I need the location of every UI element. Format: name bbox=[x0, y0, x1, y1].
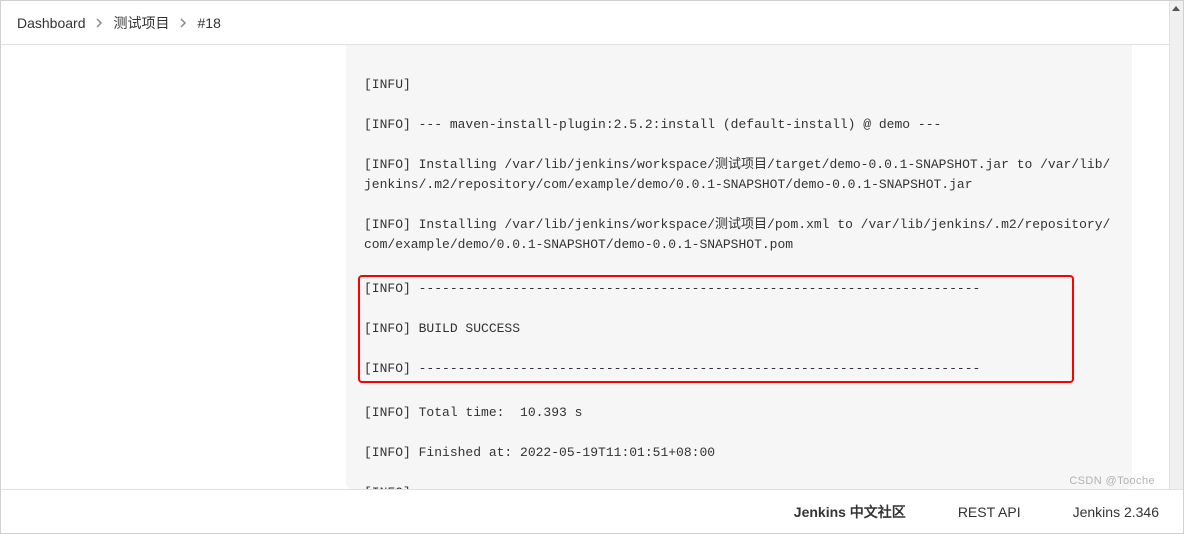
console-output: [INFU] [INFO] --- maven-install-plugin:2… bbox=[346, 45, 1132, 489]
console-line: [INFO] --- maven-install-plugin:2.5.2:in… bbox=[364, 115, 1114, 135]
console-line: [INFO] Finished at: 2022-05-19T11:01:51+… bbox=[364, 443, 1114, 463]
footer-community-link[interactable]: Jenkins 中文社区 bbox=[794, 502, 906, 522]
chevron-right-icon bbox=[96, 18, 104, 28]
console-line: [INFO] BUILD SUCCESS bbox=[364, 319, 1068, 339]
breadcrumb-project[interactable]: 测试项目 bbox=[114, 13, 170, 33]
build-success-highlight: [INFO] ---------------------------------… bbox=[358, 275, 1074, 383]
console-line: [INFU] bbox=[364, 75, 1114, 95]
breadcrumb-bar: Dashboard 测试项目 #18 bbox=[1, 1, 1183, 45]
chevron-right-icon bbox=[180, 18, 188, 28]
breadcrumb-dashboard[interactable]: Dashboard bbox=[17, 15, 86, 31]
console-line: [INFO] Installing /var/lib/jenkins/works… bbox=[364, 155, 1114, 195]
footer-rest-api-link[interactable]: REST API bbox=[958, 504, 1021, 520]
main-content: [INFU] [INFO] --- maven-install-plugin:2… bbox=[1, 45, 1183, 489]
footer-version-link[interactable]: Jenkins 2.346 bbox=[1073, 504, 1159, 520]
console-line: [INFO] Installing /var/lib/jenkins/works… bbox=[364, 215, 1114, 255]
footer-bar: Jenkins 中文社区 REST API Jenkins 2.346 bbox=[1, 489, 1183, 533]
console-line: [INFO] Total time: 10.393 s bbox=[364, 403, 1114, 423]
scroll-up-arrow-icon[interactable] bbox=[1169, 1, 1183, 15]
vertical-scrollbar[interactable] bbox=[1169, 1, 1183, 533]
console-line: [INFO] ---------------------------------… bbox=[364, 359, 1068, 379]
console-line: [INFO] ---------------------------------… bbox=[364, 279, 1068, 299]
watermark-text: CSDN @Tooche bbox=[1069, 475, 1155, 487]
breadcrumb-build-number[interactable]: #18 bbox=[198, 15, 221, 31]
